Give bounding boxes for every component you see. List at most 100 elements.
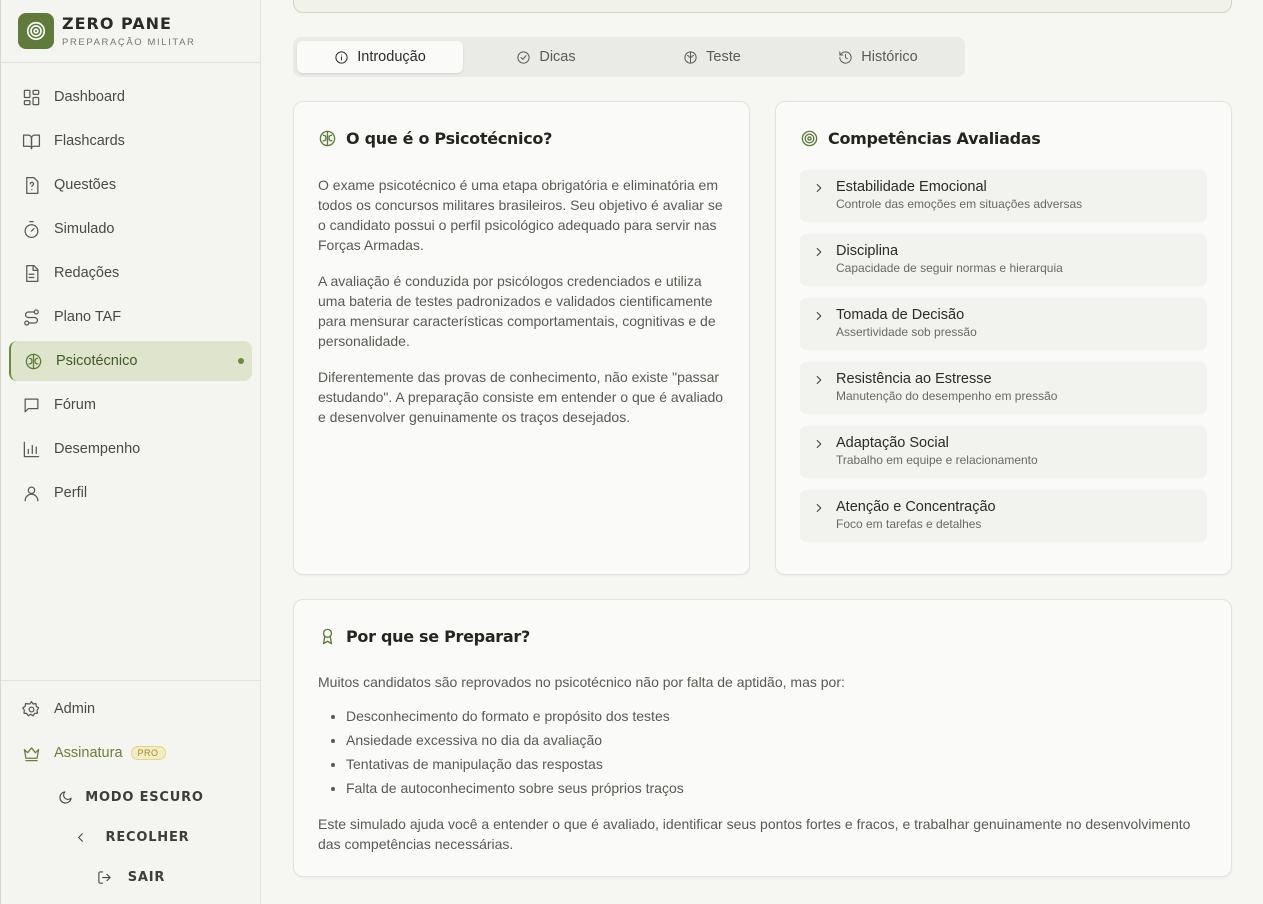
tab-dicas[interactable]: Dicas — [463, 41, 629, 73]
collapse-label: RECOLHER — [105, 829, 190, 845]
target-icon — [801, 130, 818, 147]
bar-chart-icon — [23, 441, 40, 457]
competency-title: Disciplina — [836, 243, 899, 259]
tab-historico[interactable]: Histórico — [795, 41, 961, 73]
competency-title: Resistência ao Estresse — [836, 371, 992, 387]
sidebar: ZERO PANE PREPARAÇÃO MILITAR Dashboard F… — [0, 0, 261, 904]
sidebar-item-questoes[interactable]: Questões — [9, 165, 252, 205]
intro-card-header: O que é o Psicotécnico? — [318, 129, 725, 148]
chevron-right-icon — [816, 247, 822, 257]
brand[interactable]: ZERO PANE PREPARAÇÃO MILITAR — [1, 0, 260, 63]
competency-item[interactable]: Atenção e Concentração Foco em tarefas e… — [800, 490, 1207, 542]
tab-label: Introdução — [357, 49, 426, 65]
competency-item[interactable]: Disciplina Capacidade de seguir normas e… — [800, 234, 1207, 286]
list-item: Ansiedade excessiva no dia da avaliação — [346, 728, 1207, 752]
competency-title: Tomada de Decisão — [836, 307, 965, 323]
sidebar-item-plano-taf[interactable]: Plano TAF — [9, 297, 252, 337]
collapse-sidebar-button[interactable]: RECOLHER — [1, 817, 261, 857]
competency-title: Atenção e Concentração — [836, 499, 996, 515]
gear-icon — [22, 700, 40, 716]
timer-icon — [24, 220, 39, 238]
sidebar-item-redacoes[interactable]: Redações — [9, 253, 252, 293]
route-icon — [24, 308, 39, 326]
competency-description: Trabalho em equipe e relacionamento — [836, 453, 1038, 467]
sidebar-item-forum[interactable]: Fórum — [9, 385, 252, 425]
competency-description: Assertividade sob pressão — [836, 325, 977, 339]
competency-description: Controle das emoções em situações advers… — [836, 197, 1083, 211]
crown-icon — [23, 746, 40, 761]
main-content: Introdução Dicas Teste Histórico O que é… — [261, 0, 1263, 904]
chevron-right-icon — [816, 311, 822, 321]
prepare-card: Por que se Preparar? Muitos candidatos s… — [293, 599, 1232, 877]
sidebar-item-simulado[interactable]: Simulado — [9, 209, 252, 249]
active-indicator-dot — [238, 358, 244, 364]
intro-paragraph: A avaliação é conduzida por psicólogos c… — [318, 273, 716, 349]
history-icon — [839, 50, 852, 64]
competency-description: Capacidade de seguir normas e hierarquia — [836, 261, 1063, 275]
list-item: Tentativas de manipulação das respostas — [346, 752, 1207, 776]
sidebar-item-flashcards[interactable]: Flashcards — [9, 121, 252, 161]
competencies-card: Competências Avaliadas Estabilidade Emoc… — [775, 101, 1232, 575]
dark-mode-toggle[interactable]: MODO ESCURO — [1, 777, 261, 817]
sidebar-item-label: Psicotécnico — [56, 353, 138, 369]
sidebar-item-dashboard[interactable]: Dashboard — [9, 77, 252, 117]
intro-card: O que é o Psicotécnico? O exame psicotéc… — [293, 101, 750, 575]
competency-title: Adaptação Social — [836, 435, 949, 451]
pro-badge: PRO — [130, 746, 166, 760]
info-icon — [335, 50, 348, 64]
logout-button[interactable]: SAIR — [1, 857, 261, 897]
tab-label: Teste — [706, 49, 741, 65]
intro-card-title: O que é o Psicotécnico? — [346, 129, 553, 148]
top-banner-edge — [293, 0, 1232, 13]
book-icon — [22, 134, 41, 149]
competency-item[interactable]: Resistência ao Estresse Manutenção do de… — [800, 362, 1207, 414]
competency-item[interactable]: Estabilidade Emocional Controle das emoç… — [800, 170, 1207, 222]
sidebar-item-label: Desempenho — [54, 441, 141, 457]
intro-paragraph: Diferentemente das provas de conheciment… — [318, 369, 724, 425]
sidebar-item-label: Dashboard — [54, 89, 125, 105]
chat-icon — [24, 398, 39, 412]
sidebar-item-admin[interactable]: Admin — [9, 689, 253, 729]
sidebar-item-label: Plano TAF — [54, 309, 122, 325]
chevron-right-icon — [816, 183, 822, 193]
sidebar-item-label: Fórum — [54, 397, 96, 413]
competencies-card-title: Competências Avaliadas — [828, 129, 1041, 148]
sidebar-item-desempenho[interactable]: Desempenho — [9, 429, 252, 469]
target-logo-icon — [18, 13, 54, 49]
competency-item[interactable]: Tomada de Decisão Assertividade sob pres… — [800, 298, 1207, 350]
document-icon — [26, 264, 39, 282]
tab-teste[interactable]: Teste — [629, 41, 795, 73]
sidebar-item-psicotecnico[interactable]: Psicotécnico — [9, 341, 252, 381]
competencies-card-header: Competências Avaliadas — [800, 129, 1207, 148]
chevron-right-icon — [816, 439, 822, 449]
chevron-left-icon — [77, 832, 83, 842]
competency-item[interactable]: Adaptação Social Trabalho em equipe e re… — [800, 426, 1207, 478]
list-item: Falta de autoconhecimento sobre seus pró… — [346, 776, 1207, 800]
tab-label: Histórico — [861, 49, 918, 65]
chevron-right-icon — [816, 375, 822, 385]
intro-paragraph: O exame psicotécnico é uma etapa obrigat… — [318, 177, 723, 253]
sidebar-item-label: Questões — [54, 177, 117, 193]
moon-icon — [59, 790, 72, 804]
sidebar-item-label: Simulado — [54, 221, 115, 237]
prepare-card-header: Por que se Preparar? — [318, 627, 1207, 646]
tab-label: Dicas — [539, 49, 576, 65]
competency-title: Estabilidade Emocional — [836, 179, 987, 195]
sidebar-item-perfil[interactable]: Perfil — [9, 473, 252, 513]
reasons-list: Desconhecimento do formato e propósito d… — [346, 704, 1207, 800]
question-file-icon — [26, 176, 39, 194]
list-item: Desconhecimento do formato e propósito d… — [346, 704, 1207, 728]
award-icon — [322, 628, 333, 645]
brand-name: ZERO PANE — [62, 13, 172, 33]
dark-mode-label: MODO ESCURO — [85, 789, 204, 805]
brain-icon — [684, 50, 697, 64]
competency-description: Foco em tarefas e detalhes — [836, 517, 982, 531]
brain-icon — [25, 353, 42, 369]
sidebar-nav: Dashboard Flashcards Questões Simulado R… — [1, 63, 260, 513]
prepare-outro: Este simulado ajuda você a entender o qu… — [318, 816, 1191, 852]
sidebar-item-label: Flashcards — [54, 133, 125, 149]
sidebar-item-label: Admin — [54, 701, 96, 717]
sidebar-item-assinatura[interactable]: Assinatura PRO — [9, 733, 253, 773]
tab-introducao[interactable]: Introdução — [297, 41, 463, 73]
sidebar-footer: Admin Assinatura PRO MODO ESCURO RECOLHE… — [1, 680, 261, 897]
